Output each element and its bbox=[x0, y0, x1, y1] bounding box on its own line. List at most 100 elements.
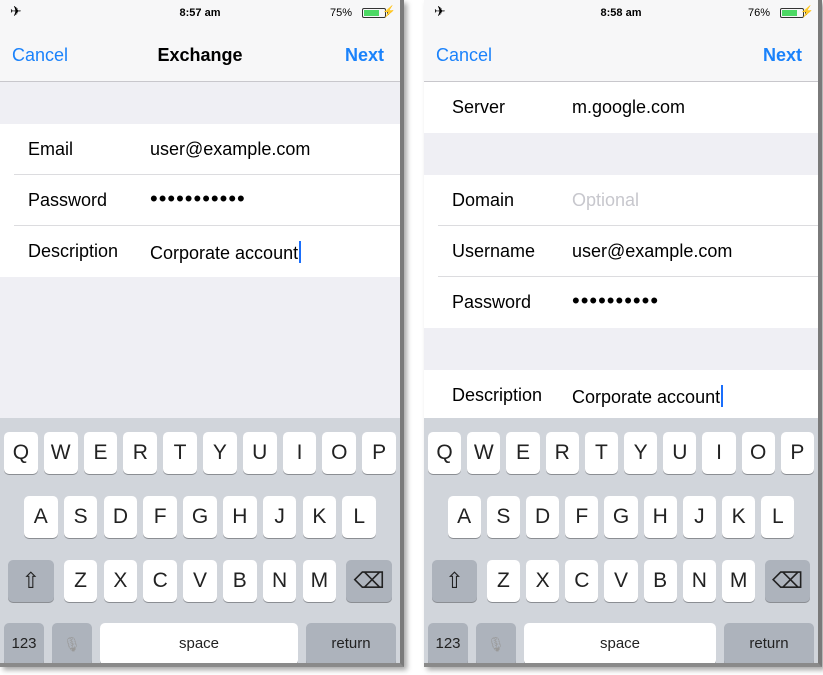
description-row[interactable]: Description Corporate account bbox=[424, 370, 818, 421]
key-p[interactable]: P bbox=[362, 432, 396, 474]
key-x[interactable]: X bbox=[526, 560, 560, 602]
key-y[interactable]: Y bbox=[624, 432, 658, 474]
key-k[interactable]: K bbox=[722, 496, 756, 538]
space-bar[interactable]: space bbox=[524, 623, 716, 663]
key-v[interactable]: V bbox=[183, 560, 217, 602]
shift-key[interactable]: ⇧ bbox=[8, 560, 54, 602]
exchange-account-screen: ✈ 8:57 am 75% ⚡ Cancel Exchange Next Ema… bbox=[0, 0, 404, 667]
description-value: Corporate account bbox=[150, 243, 299, 263]
delete-key[interactable]: ⌫ bbox=[346, 560, 392, 602]
key-z[interactable]: Z bbox=[486, 560, 520, 602]
key-f[interactable]: F bbox=[143, 496, 178, 538]
key-a[interactable]: A bbox=[447, 496, 481, 538]
text-cursor bbox=[299, 241, 302, 263]
username-row[interactable]: Username user@example.com bbox=[424, 226, 818, 277]
key-b[interactable]: B bbox=[222, 560, 257, 602]
key-n[interactable]: N bbox=[682, 560, 716, 602]
key-k[interactable]: K bbox=[302, 496, 337, 538]
description-row[interactable]: Description Corporate account bbox=[0, 226, 400, 277]
key-m[interactable]: M bbox=[302, 560, 337, 602]
key-r[interactable]: R bbox=[545, 432, 579, 474]
key-h[interactable]: H bbox=[222, 496, 257, 538]
key-g[interactable]: G bbox=[183, 496, 217, 538]
key-f[interactable]: F bbox=[565, 496, 599, 538]
return-key[interactable]: return bbox=[306, 623, 396, 663]
delete-icon: ⌫ bbox=[772, 568, 804, 593]
space-bar[interactable]: space bbox=[100, 623, 298, 663]
key-u[interactable]: U bbox=[242, 432, 277, 474]
shift-icon: ⇧ bbox=[21, 568, 41, 593]
description-field[interactable]: Corporate account bbox=[150, 241, 302, 264]
cancel-button[interactable]: Cancel bbox=[436, 45, 492, 66]
key-r[interactable]: R bbox=[123, 432, 158, 474]
password-field[interactable]: ••••••••••• bbox=[150, 186, 246, 212]
key-g[interactable]: G bbox=[604, 496, 638, 538]
key-c[interactable]: C bbox=[565, 560, 599, 602]
return-key[interactable]: return bbox=[724, 623, 814, 663]
key-y[interactable]: Y bbox=[203, 432, 237, 474]
email-field[interactable]: user@example.com bbox=[150, 139, 310, 160]
password-row[interactable]: Password •••••••••• bbox=[424, 277, 818, 328]
key-w[interactable]: W bbox=[43, 432, 78, 474]
key-e[interactable]: E bbox=[506, 432, 540, 474]
server-section: Server m.google.com bbox=[424, 82, 818, 133]
dictation-key[interactable]: 🎙 bbox=[52, 623, 92, 663]
key-i[interactable]: I bbox=[282, 432, 317, 474]
key-t[interactable]: T bbox=[584, 432, 618, 474]
domain-field[interactable]: Optional bbox=[572, 190, 639, 211]
key-d[interactable]: D bbox=[103, 496, 138, 538]
key-n[interactable]: N bbox=[262, 560, 297, 602]
key-d[interactable]: D bbox=[526, 496, 560, 538]
username-label: Username bbox=[452, 241, 536, 261]
shift-icon: ⇧ bbox=[445, 568, 464, 593]
charging-icon: ⚡ bbox=[800, 6, 814, 18]
key-q[interactable]: Q bbox=[428, 432, 462, 474]
key-s[interactable]: S bbox=[486, 496, 520, 538]
key-t[interactable]: T bbox=[163, 432, 197, 474]
key-i[interactable]: I bbox=[702, 432, 736, 474]
key-o[interactable]: O bbox=[741, 432, 775, 474]
key-l[interactable]: L bbox=[342, 496, 377, 538]
key-a[interactable]: A bbox=[23, 496, 58, 538]
numbers-key[interactable]: 123 bbox=[4, 623, 44, 663]
email-row[interactable]: Email user@example.com bbox=[0, 124, 400, 175]
password-row[interactable]: Password ••••••••••• bbox=[0, 175, 400, 226]
key-m[interactable]: M bbox=[722, 560, 756, 602]
description-label: Description bbox=[452, 385, 543, 405]
key-z[interactable]: Z bbox=[63, 560, 98, 602]
key-q[interactable]: Q bbox=[4, 432, 38, 474]
server-row[interactable]: Server m.google.com bbox=[424, 82, 818, 133]
text-cursor bbox=[721, 385, 724, 407]
domain-row[interactable]: Domain Optional bbox=[424, 175, 818, 226]
next-button[interactable]: Next bbox=[345, 45, 384, 66]
description-field[interactable]: Corporate account bbox=[572, 385, 724, 408]
key-x[interactable]: X bbox=[103, 560, 138, 602]
key-v[interactable]: V bbox=[604, 560, 638, 602]
key-j[interactable]: J bbox=[682, 496, 716, 538]
description-label: Description bbox=[28, 241, 119, 261]
delete-key[interactable]: ⌫ bbox=[765, 560, 810, 602]
navigation-bar: Cancel Next bbox=[424, 24, 818, 82]
password-field[interactable]: •••••••••• bbox=[572, 288, 659, 314]
dictation-key[interactable]: 🎙 bbox=[476, 623, 516, 663]
server-field[interactable]: m.google.com bbox=[572, 97, 685, 118]
numbers-key[interactable]: 123 bbox=[428, 623, 468, 663]
password-label: Password bbox=[28, 190, 108, 210]
key-b[interactable]: B bbox=[643, 560, 677, 602]
exchange-server-screen: ✈ 8:58 am 76% ⚡ Cancel Next Server m.goo… bbox=[424, 0, 822, 667]
shift-key[interactable]: ⇧ bbox=[432, 560, 477, 602]
key-u[interactable]: U bbox=[663, 432, 697, 474]
key-s[interactable]: S bbox=[63, 496, 98, 538]
key-l[interactable]: L bbox=[761, 496, 795, 538]
key-e[interactable]: E bbox=[83, 432, 118, 474]
key-j[interactable]: J bbox=[262, 496, 297, 538]
next-button[interactable]: Next bbox=[763, 45, 802, 66]
username-field[interactable]: user@example.com bbox=[572, 241, 732, 262]
key-o[interactable]: O bbox=[322, 432, 357, 474]
email-label: Email bbox=[28, 139, 74, 159]
key-h[interactable]: H bbox=[643, 496, 677, 538]
page-title: Exchange bbox=[157, 45, 243, 65]
key-c[interactable]: C bbox=[143, 560, 178, 602]
key-w[interactable]: W bbox=[467, 432, 501, 474]
key-p[interactable]: P bbox=[780, 432, 814, 474]
